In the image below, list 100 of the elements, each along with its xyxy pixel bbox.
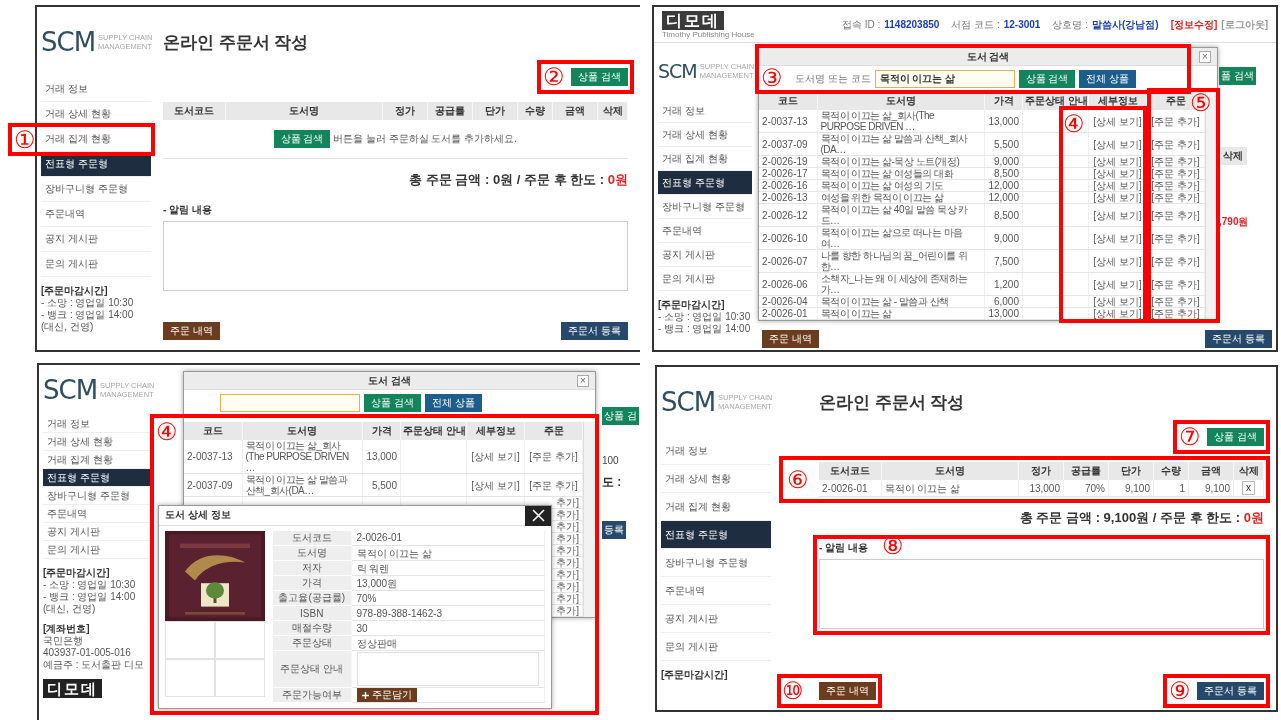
search-button[interactable]: 상품 검색 bbox=[1018, 70, 1076, 88]
add-order-link[interactable]: [주문 추가] bbox=[1151, 168, 1200, 179]
nav-item[interactable]: 공지 게시판 bbox=[41, 227, 151, 252]
nav-item[interactable]: 거래 정보 bbox=[43, 415, 153, 433]
nav-item[interactable]: 거래 정보 bbox=[658, 99, 752, 123]
text-fragment: 100 bbox=[602, 455, 619, 466]
detail-link[interactable]: [상세 보기] bbox=[1093, 156, 1142, 167]
nav-item[interactable]: 거래 상세 현황 bbox=[661, 465, 771, 493]
nav-item[interactable]: 전표형 주문형 bbox=[43, 469, 153, 487]
add-order-link[interactable]: [주문 추가] bbox=[1151, 232, 1200, 244]
nav-item[interactable]: 주문내역 bbox=[43, 505, 153, 523]
detail-link[interactable]: [상세 보기] bbox=[471, 451, 520, 462]
add-order-link[interactable]: [주문 추가] bbox=[1151, 138, 1200, 150]
nav-item[interactable]: 거래 상세 현황 bbox=[41, 102, 151, 127]
order-history-button[interactable]: 주문 내역 bbox=[819, 682, 876, 700]
nav-item[interactable]: 문의 게시판 bbox=[43, 541, 153, 559]
nav-item[interactable]: 거래 상세 현황 bbox=[43, 433, 153, 451]
memo-field[interactable] bbox=[819, 559, 1264, 629]
add-to-order-button[interactable]: 주문담기 bbox=[356, 688, 417, 702]
nav-item[interactable]: 주문내역 bbox=[661, 577, 771, 605]
nav-item[interactable]: 장바구니형 주문형 bbox=[43, 487, 153, 505]
nav-item[interactable]: 장바구니형 주문형 bbox=[658, 195, 752, 219]
detail-link[interactable]: [상세 보기] bbox=[1093, 168, 1142, 179]
add-order-link[interactable]: 추가] bbox=[556, 497, 579, 508]
all-products-button[interactable]: 전체 상품 bbox=[424, 394, 482, 412]
add-order-link[interactable]: 추가] bbox=[556, 533, 579, 544]
submit-order-button[interactable]: 주문서 등록 bbox=[1205, 330, 1272, 348]
nav-item[interactable]: 주문내역 bbox=[658, 219, 752, 243]
search-field[interactable] bbox=[220, 394, 360, 412]
add-order-link[interactable]: 추가] bbox=[556, 593, 579, 604]
nav-item[interactable]: 문의 게시판 bbox=[658, 267, 752, 291]
detail-link[interactable]: [상세 보기] bbox=[1093, 308, 1142, 319]
sidebar-note: (대신, 건영) bbox=[43, 603, 97, 615]
nav-item[interactable]: 문의 게시판 bbox=[661, 633, 771, 661]
header-link[interactable]: [정보수정] bbox=[1170, 17, 1218, 32]
field-value: 978-89-388-1462-3 bbox=[351, 605, 545, 621]
submit-order-button[interactable]: 주문서 등록 bbox=[1197, 682, 1264, 700]
detail-link[interactable]: [상세 보기] bbox=[1093, 296, 1142, 307]
add-order-link[interactable]: [주문 추가] bbox=[1151, 192, 1200, 203]
nav-item[interactable]: 거래 집계 현황 bbox=[41, 127, 151, 152]
nav-item[interactable]: 거래 상세 현황 bbox=[658, 123, 752, 147]
nav-item[interactable]: 장바구니형 주문형 bbox=[661, 549, 771, 577]
search-button[interactable]: 상품 검색 bbox=[1207, 428, 1264, 446]
add-order-link[interactable]: 추가] bbox=[556, 509, 579, 520]
submit-order-button[interactable]: 등록 bbox=[602, 521, 626, 539]
add-order-link[interactable]: 추가] bbox=[556, 557, 579, 568]
add-order-link[interactable]: 추가] bbox=[556, 569, 579, 580]
add-order-link[interactable]: [주문 추가] bbox=[1151, 156, 1200, 167]
all-products-button[interactable]: 전체 상품 bbox=[1079, 70, 1137, 88]
nav-item[interactable]: 공지 게시판 bbox=[658, 243, 752, 267]
page-title: 온라인 주문서 작성 bbox=[163, 32, 310, 54]
detail-link[interactable]: [상세 보기] bbox=[471, 479, 520, 491]
add-order-link[interactable]: 추가] bbox=[556, 521, 579, 532]
search-button[interactable]: 상품 검색 bbox=[571, 68, 628, 86]
close-button[interactable] bbox=[525, 505, 552, 526]
table-cell: 2-0026-12 bbox=[759, 203, 817, 227]
detail-link[interactable]: [상세 보기] bbox=[1093, 232, 1142, 244]
detail-link[interactable]: [상세 보기] bbox=[1093, 138, 1142, 150]
add-order-link[interactable]: [주문 추가] bbox=[1151, 115, 1200, 127]
text-area[interactable] bbox=[356, 652, 540, 686]
detail-link[interactable]: [상세 보기] bbox=[1093, 255, 1142, 267]
detail-link[interactable]: [상세 보기] bbox=[1093, 192, 1142, 203]
add-order-link[interactable]: [주문 추가] bbox=[1151, 180, 1200, 191]
add-order-link[interactable]: [주문 추가] bbox=[1151, 255, 1200, 267]
nav-item[interactable]: 문의 게시판 bbox=[41, 252, 151, 277]
nav-item[interactable]: 장바구니형 주문형 bbox=[41, 177, 151, 202]
nav-item[interactable]: 전표형 주문형 bbox=[661, 521, 771, 549]
order-history-button[interactable]: 주문 내역 bbox=[163, 322, 220, 340]
scroll-bar[interactable] bbox=[583, 422, 595, 617]
nav-item[interactable]: 공지 게시판 bbox=[43, 523, 153, 541]
add-order-link[interactable]: [주문 추가] bbox=[529, 479, 578, 491]
nav-item[interactable]: 주문내역 bbox=[41, 202, 151, 227]
memo-field[interactable] bbox=[163, 221, 628, 291]
delete-button[interactable]: x bbox=[1242, 481, 1255, 495]
detail-link[interactable]: [상세 보기] bbox=[1093, 209, 1142, 221]
submit-order-button[interactable]: 주문서 등록 bbox=[561, 322, 628, 340]
nav-item[interactable]: 전표형 주문형 bbox=[658, 171, 752, 195]
search-field[interactable]: 목적이 이끄는 삶 bbox=[874, 70, 1015, 88]
add-order-link[interactable]: [주문 추가] bbox=[1151, 209, 1200, 221]
order-history-button[interactable]: 주문 내역 bbox=[762, 330, 819, 348]
notes-heading: [주문마감시간] bbox=[661, 669, 729, 681]
detail-link[interactable]: [상세 보기] bbox=[1093, 115, 1142, 127]
close-button[interactable]: × bbox=[577, 375, 589, 387]
add-order-link[interactable]: [주문 추가] bbox=[1151, 296, 1200, 307]
add-order-link[interactable]: 추가] bbox=[556, 581, 579, 592]
add-order-link[interactable]: [주문 추가] bbox=[1151, 278, 1200, 290]
nav-item[interactable]: 거래 정보 bbox=[661, 437, 771, 465]
search-button[interactable]: 상품 검색 bbox=[364, 394, 421, 412]
add-order-link[interactable]: [주문 추가] bbox=[1151, 308, 1200, 319]
add-order-link[interactable]: [주문 추가] bbox=[529, 451, 578, 462]
close-button[interactable]: × bbox=[1199, 51, 1211, 63]
nav-item[interactable]: 공지 게시판 bbox=[661, 605, 771, 633]
nav-item[interactable]: 거래 정보 bbox=[41, 77, 151, 102]
search-button[interactable]: 품 검색 bbox=[1219, 67, 1256, 85]
add-order-link[interactable]: 추가] bbox=[556, 545, 579, 556]
detail-link[interactable]: [상세 보기] bbox=[1093, 180, 1142, 191]
search-button[interactable]: 상품 검색 bbox=[273, 130, 331, 148]
detail-link[interactable]: [상세 보기] bbox=[1093, 278, 1142, 290]
add-order-link[interactable]: 추가] bbox=[556, 605, 579, 616]
search-button[interactable]: 상품 검 bbox=[602, 407, 639, 425]
